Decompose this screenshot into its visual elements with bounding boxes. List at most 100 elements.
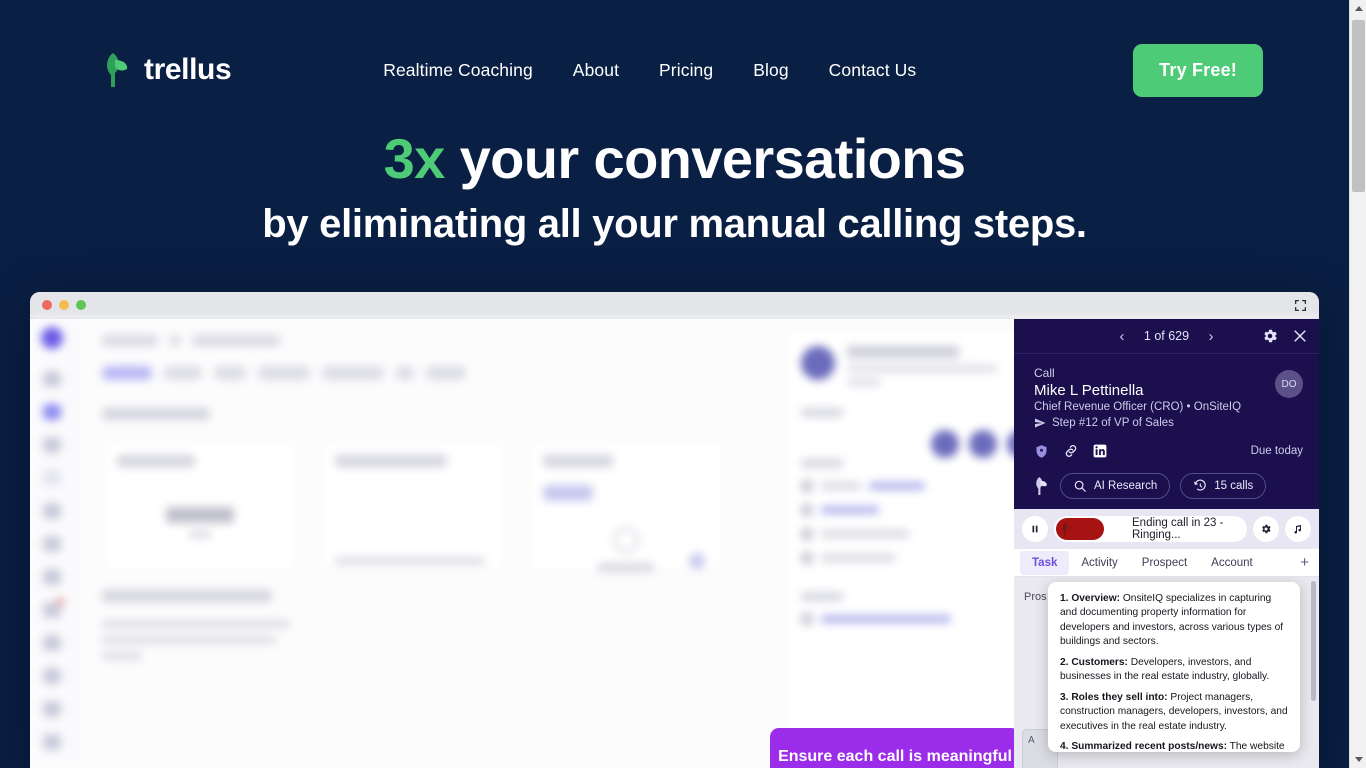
crm-contact-field-2-icon — [801, 504, 813, 516]
sidebar-icon-2-active[interactable] — [42, 404, 61, 420]
tab-task[interactable]: Task — [1020, 550, 1070, 575]
prospect-links: Due today — [1034, 443, 1303, 459]
crm-card-1-subvalue — [189, 531, 211, 538]
crm-card-1-value — [166, 507, 234, 523]
crm-tab-4[interactable] — [258, 366, 310, 380]
crm-card-3[interactable] — [528, 440, 724, 572]
breadcrumb-separator — [170, 335, 180, 346]
crm-user-avatar[interactable] — [40, 327, 63, 349]
link-icon[interactable] — [1063, 443, 1079, 459]
ai-research-tooltip: 1. Overview: OnsiteIQ specializes in cap… — [1048, 582, 1300, 752]
crm-tab-1-active[interactable] — [102, 366, 152, 380]
nav-link-blog[interactable]: Blog — [753, 60, 788, 81]
prospect-name[interactable]: Mike L Pettinella — [1034, 382, 1303, 399]
tab-prospect[interactable]: Prospect — [1130, 551, 1199, 575]
close-window-dot[interactable] — [42, 300, 52, 310]
site-header: trellus Realtime Coaching About Pricing … — [0, 0, 1349, 140]
sidebar-icon-4[interactable] — [42, 470, 61, 486]
crm-tab-6[interactable] — [396, 366, 414, 380]
pause-button[interactable] — [1022, 516, 1048, 542]
gear-icon[interactable] — [1261, 327, 1279, 345]
linkedin-icon[interactable] — [1093, 444, 1107, 458]
crm-card-1[interactable] — [102, 440, 298, 572]
sidebar-icon-6[interactable] — [42, 536, 61, 552]
sidebar-icon-8-alert[interactable] — [42, 598, 64, 618]
crm-tab-5[interactable] — [322, 366, 384, 380]
browser-scrollbar[interactable] — [1349, 0, 1366, 768]
brand-logo[interactable]: trellus — [103, 51, 232, 89]
meaningful-call-banner[interactable]: Ensure each call is meaningful — [770, 728, 1020, 768]
minimize-window-dot[interactable] — [59, 300, 69, 310]
pause-icon — [1032, 525, 1038, 533]
sidebar-icon-7[interactable] — [42, 569, 61, 585]
breadcrumb-item-2[interactable] — [192, 335, 280, 346]
nav-link-contact-us[interactable]: Contact Us — [829, 60, 917, 81]
crm-card-3-title — [543, 455, 613, 467]
call-history-chip[interactable]: 15 calls — [1180, 473, 1267, 499]
crm-contact-action-1[interactable] — [931, 430, 959, 458]
call-settings-button[interactable] — [1253, 516, 1279, 542]
crm-contact-line-1 — [847, 365, 997, 372]
tab-account[interactable]: Account — [1199, 551, 1265, 575]
crm-card-3-circle-button[interactable] — [689, 553, 705, 569]
crm-contact-section-label-3 — [801, 592, 843, 601]
sidebar-icon-9[interactable] — [42, 635, 61, 651]
end-call-button[interactable] — [1056, 518, 1104, 540]
sidebar-icon-10[interactable] — [42, 668, 61, 684]
next-task-icon[interactable]: › — [1209, 328, 1214, 345]
task-owner-avatar[interactable]: DO — [1275, 370, 1303, 398]
crm-contact-field-2-value[interactable] — [821, 506, 879, 514]
crm-tab-3[interactable] — [214, 366, 246, 380]
crm-contact-header — [801, 346, 1037, 386]
crm-card-2-title — [335, 455, 447, 467]
breadcrumb-item-1[interactable] — [102, 335, 158, 346]
sequence-step-label: Step #12 of VP of Sales — [1052, 417, 1174, 429]
crm-card-2[interactable] — [320, 440, 506, 572]
sidebar-icon-3[interactable] — [42, 437, 61, 453]
crm-contact-line-2 — [847, 379, 881, 386]
crm-card-3-pill[interactable] — [543, 485, 593, 501]
crm-tab-2[interactable] — [164, 366, 202, 380]
panel-content-scrollbar[interactable] — [1311, 581, 1316, 701]
expand-icon[interactable] — [1294, 299, 1307, 312]
crm-contact-section-label-2 — [801, 459, 843, 468]
crm-contact-field-5-value[interactable] — [821, 615, 951, 623]
prev-task-icon[interactable]: ‹ — [1120, 328, 1125, 345]
ai-research-chip[interactable]: AI Research — [1060, 473, 1171, 499]
close-icon[interactable] — [1291, 327, 1309, 345]
crm-lower-line-3 — [102, 652, 142, 660]
tab-activity[interactable]: Activity — [1069, 551, 1129, 575]
crm-contact-field-3-icon — [801, 528, 813, 540]
crm-contact-action-2[interactable] — [969, 430, 997, 458]
crm-lower-card-title — [102, 590, 272, 602]
sidebar-icon-5[interactable] — [42, 503, 61, 519]
call-status-text: Ending call in 23 - Ringing... — [1132, 517, 1224, 541]
sidebar-icon-11[interactable] — [42, 701, 61, 717]
scroll-down-icon[interactable] — [1350, 751, 1366, 768]
nav-link-pricing[interactable]: Pricing — [659, 60, 713, 81]
hero-accent: 3x — [383, 127, 446, 190]
tooltip-title-2: 2. Customers: — [1060, 656, 1128, 668]
scroll-up-icon[interactable] — [1350, 0, 1366, 17]
crm-contact-field-1-value[interactable] — [869, 482, 925, 490]
nav-link-about[interactable]: About — [573, 60, 619, 81]
shield-icon[interactable] — [1034, 444, 1049, 459]
tooltip-paragraph-3: 3. Roles they sell into: Project manager… — [1060, 691, 1288, 734]
crm-tab-7[interactable] — [426, 366, 466, 380]
try-free-button[interactable]: Try Free! — [1133, 43, 1263, 97]
tooltip-paragraph-4: 4. Summarized recent posts/news: The web… — [1060, 740, 1288, 752]
window-controls[interactable] — [42, 300, 86, 310]
sidebar-icon-1[interactable] — [42, 371, 61, 387]
add-tab-icon[interactable]: + — [1300, 554, 1309, 571]
call-status-pill[interactable]: Ending call in 23 - Ringing... — [1054, 516, 1247, 542]
call-music-button[interactable] — [1285, 516, 1311, 542]
prospect-role: Chief Revenue Officer (CRO) • OnSiteIQ — [1034, 401, 1242, 413]
scrollbar-thumb[interactable] — [1352, 20, 1365, 192]
maximize-window-dot[interactable] — [76, 300, 86, 310]
crm-contact-field-3-value — [821, 530, 909, 538]
sidebar-icon-12[interactable] — [42, 734, 61, 750]
app-body: Ensure each call is meaningful ‹ 1 of 62… — [30, 319, 1319, 768]
nav-link-realtime-coaching[interactable]: Realtime Coaching — [383, 60, 533, 81]
trellus-leaf-logo-icon — [1036, 477, 1047, 495]
task-actions: AI Research 15 calls — [1034, 473, 1303, 499]
